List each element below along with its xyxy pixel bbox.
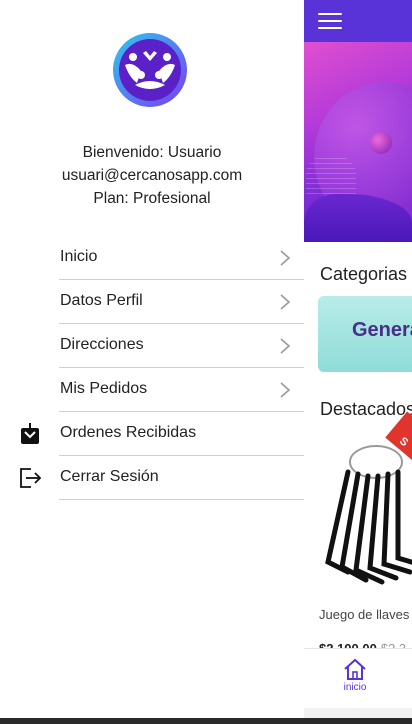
menu-item-direcciones[interactable]: Direcciones bbox=[0, 324, 304, 368]
download-tray-icon bbox=[21, 423, 39, 444]
category-card-label: General bbox=[352, 319, 412, 341]
category-card-general[interactable]: General bbox=[318, 296, 412, 372]
menu-item-label: Inicio bbox=[60, 248, 98, 265]
welcome-text: Bienvenido: Usuario bbox=[82, 144, 222, 161]
menu-item-datos-perfil[interactable]: Datos Perfil bbox=[0, 280, 304, 324]
nav-home-label: inicio bbox=[343, 682, 367, 693]
navigation-drawer: Bienvenido: Usuario usuari@cercanosapp.c… bbox=[0, 0, 304, 724]
featured-product-card[interactable]: S Juego de llaves hexagonal $2.100,00$2.… bbox=[318, 411, 412, 656]
menu-item-cerrar-sesion[interactable]: Cerrar Sesión bbox=[0, 456, 304, 500]
menu-item-label: Datos Perfil bbox=[60, 292, 143, 309]
menu-item-ordenes-recibidas[interactable]: Ordenes Recibidas bbox=[0, 412, 304, 456]
chevron-right-icon bbox=[280, 382, 291, 398]
chevron-right-icon bbox=[280, 294, 291, 310]
menu-item-label: Mis Pedidos bbox=[60, 380, 148, 397]
logout-icon bbox=[20, 468, 42, 488]
categories-heading: Categorias bbox=[320, 264, 408, 284]
chevron-right-icon bbox=[280, 250, 291, 266]
menu-item-label: Ordenes Recibidas bbox=[60, 424, 197, 441]
drawer-menu: Inicio Datos Perfil Direcciones Mis Pedi… bbox=[0, 236, 304, 500]
app-top-bar bbox=[304, 0, 412, 42]
menu-item-inicio[interactable]: Inicio bbox=[0, 236, 304, 280]
menu-item-label: Direcciones bbox=[60, 336, 144, 353]
bottom-navigation: inicio bbox=[304, 648, 412, 708]
user-email: usuari@cercanosapp.com bbox=[61, 167, 243, 184]
hex-key-set-image bbox=[325, 445, 412, 585]
product-name: Juego de llaves hexagonal bbox=[319, 607, 412, 622]
menu-item-mis-pedidos[interactable]: Mis Pedidos bbox=[0, 368, 304, 412]
hamburger-menu-icon[interactable] bbox=[318, 13, 342, 30]
divider bbox=[59, 499, 304, 500]
promo-banner[interactable] bbox=[304, 42, 412, 242]
menu-item-label: Cerrar Sesión bbox=[60, 468, 159, 485]
home-icon bbox=[344, 658, 366, 680]
system-nav-bar bbox=[0, 718, 412, 724]
main-app-panel: Categorias General Destacados S Juego de… bbox=[304, 0, 412, 724]
featured-heading: Destacados bbox=[320, 399, 412, 419]
user-profile-info: Bienvenido: Usuario usuari@cercanosapp.c… bbox=[0, 141, 304, 210]
chevron-right-icon bbox=[280, 338, 291, 354]
nav-home-button[interactable]: inicio bbox=[342, 658, 368, 702]
user-plan: Plan: Profesional bbox=[93, 190, 211, 207]
app-logo bbox=[113, 33, 187, 107]
